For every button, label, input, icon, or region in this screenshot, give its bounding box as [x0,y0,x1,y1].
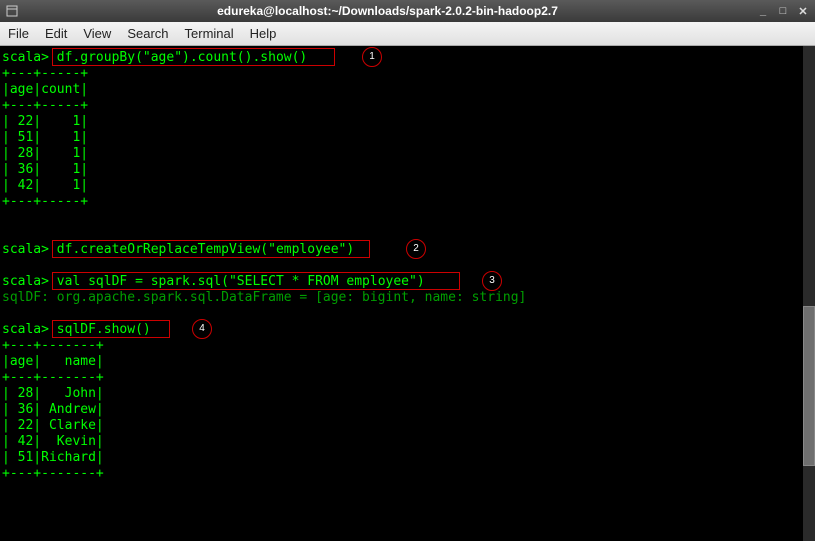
command: val sqlDF = spark.sql("SELECT * FROM emp… [57,274,425,289]
terminal-line: sqlDF: org.apache.spark.sql.DataFrame = … [2,290,813,306]
terminal-line [2,306,813,322]
menubar: File Edit View Search Terminal Help [0,22,815,46]
menu-file[interactable]: File [8,26,29,41]
terminal-line [2,210,813,226]
terminal-line: scala> val sqlDF = spark.sql("SELECT * F… [2,274,813,290]
terminal-line: scala> df.groupBy("age").count().show() [2,50,813,66]
menu-help[interactable]: Help [250,26,277,41]
scrollbar[interactable] [803,46,815,541]
prompt: scala> [2,242,57,257]
close-button[interactable]: ✕ [795,4,811,18]
terminal-line: +---+-----+ [2,98,813,114]
terminal-line: | 51|Richard| [2,450,813,466]
terminal-line: | 36| 1| [2,162,813,178]
terminal-line: |age|count| [2,82,813,98]
menu-view[interactable]: View [83,26,111,41]
terminal-line: scala> df.createOrReplaceTempView("emplo… [2,242,813,258]
maximize-button[interactable]: □ [775,4,791,18]
terminal-line: | 28| 1| [2,146,813,162]
terminal-line: +---+-------+ [2,370,813,386]
terminal-line: | 51| 1| [2,130,813,146]
terminal-line: | 28| John| [2,386,813,402]
terminal-line [2,258,813,274]
prompt: scala> [2,322,57,337]
window-title: edureka@localhost:~/Downloads/spark-2.0.… [20,4,755,18]
terminal-line: | 42| Kevin| [2,434,813,450]
window-controls: _ □ ✕ [755,4,811,18]
terminal-line: +---+-----+ [2,66,813,82]
command: sqlDF.show() [57,322,151,337]
terminal-line: | 42| 1| [2,178,813,194]
window-menu-icon[interactable] [4,3,20,19]
terminal-line: |age| name| [2,354,813,370]
terminal-line: +---+-------+ [2,466,813,482]
prompt: scala> [2,274,57,289]
command: df.groupBy("age").count().show() [57,50,307,65]
terminal-line: +---+-----+ [2,194,813,210]
minimize-button[interactable]: _ [755,4,771,18]
command: df.createOrReplaceTempView("employee") [57,242,354,257]
terminal-line: +---+-------+ [2,338,813,354]
terminal-line [2,226,813,242]
terminal-line: | 22| 1| [2,114,813,130]
titlebar: edureka@localhost:~/Downloads/spark-2.0.… [0,0,815,22]
terminal-line: scala> sqlDF.show() [2,322,813,338]
terminal-area[interactable]: scala> df.groupBy("age").count().show() … [0,46,815,541]
scroll-thumb[interactable] [803,306,815,466]
prompt: scala> [2,50,57,65]
menu-search[interactable]: Search [127,26,168,41]
menu-edit[interactable]: Edit [45,26,67,41]
menu-terminal[interactable]: Terminal [185,26,234,41]
terminal-line: | 22| Clarke| [2,418,813,434]
terminal-line: | 36| Andrew| [2,402,813,418]
